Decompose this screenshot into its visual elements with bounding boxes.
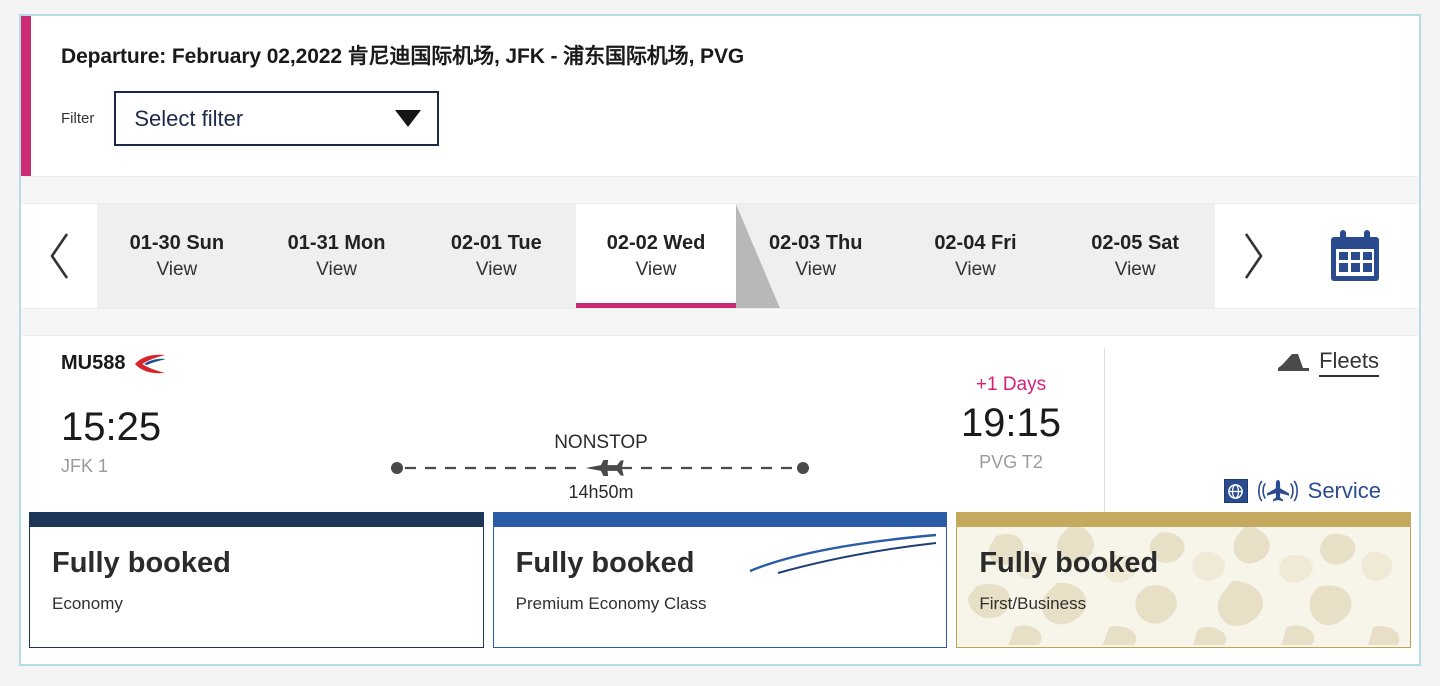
- filter-select[interactable]: Select filter: [114, 91, 440, 146]
- arrival-terminal: PVG T2: [979, 452, 1043, 472]
- departure-header: Departure: February 02,2022 肯尼迪国际机场, JFK…: [21, 16, 1419, 176]
- flight-number: MU588: [61, 352, 126, 374]
- fare-cabin: Premium Economy Class: [515, 594, 707, 613]
- service-link[interactable]: Service: [1223, 478, 1381, 504]
- itinerary-panel: Departure: February 02,2022 肯尼迪国际机场, JFK…: [19, 14, 1421, 666]
- arrival-time: 19:15: [960, 401, 1062, 445]
- departure-terminal: JFK 1: [61, 456, 109, 476]
- filter-select-value: Select filter: [134, 105, 244, 131]
- chevron-left-icon: [50, 233, 69, 279]
- calendar-icon: [1331, 230, 1379, 281]
- fare-status: Fully booked: [52, 547, 231, 579]
- flight-number-group: MU588: [61, 352, 167, 375]
- date-tab-6[interactable]: 02-05 Sat View: [1055, 204, 1216, 308]
- stops-label: NONSTOP: [554, 432, 648, 453]
- duration-label: 14h50m: [568, 482, 634, 502]
- fare-card-row: Fully booked Economy Fully booked Premiu…: [21, 512, 1419, 664]
- fare-status: Fully booked: [979, 547, 1159, 579]
- filter-label: Filter: [61, 110, 95, 127]
- date-tab-2[interactable]: 02-01 Tue View: [416, 204, 577, 308]
- separator-band-bottom: [21, 308, 1419, 336]
- date-tab-action: View: [1114, 258, 1156, 280]
- date-tab-action: View: [316, 258, 357, 280]
- aircraft-tail-icon: [1278, 353, 1310, 371]
- fare-card-premium-economy[interactable]: Fully booked Premium Economy Class: [492, 512, 948, 648]
- chevron-down-icon: [395, 110, 422, 127]
- globe-icon: [1223, 479, 1248, 503]
- page-title: Departure: February 02,2022 肯尼迪国际机场, JFK…: [61, 45, 745, 68]
- date-tab-action: View: [955, 258, 996, 280]
- fare-cabin: First/Business: [979, 594, 1087, 613]
- date-tab-label: 02-01 Tue: [450, 231, 542, 254]
- date-tab-label: 02-03 Thu: [769, 231, 863, 254]
- chevron-right-icon: [1244, 233, 1263, 279]
- next-dates-button[interactable]: [1215, 204, 1291, 308]
- calendar-button[interactable]: [1291, 204, 1419, 308]
- fleets-label: Fleets: [1319, 348, 1379, 377]
- date-tab-3-selected[interactable]: 02-02 Wed View: [576, 204, 780, 308]
- date-tab-4[interactable]: 02-03 Thu View: [735, 204, 896, 308]
- route-line-graphic: [391, 457, 809, 479]
- fare-card-body: Fully booked First/Business: [956, 527, 1412, 648]
- date-tab-label: 01-30 Sun: [129, 231, 225, 254]
- route-block: NONSTOP 14h50m: [391, 432, 811, 503]
- departure-block: 15:25 JFK 1: [61, 406, 361, 477]
- fare-card-accent: [29, 512, 484, 527]
- separator-band-top: [21, 176, 1419, 204]
- service-label: Service: [1307, 478, 1381, 503]
- date-tab-action: View: [795, 258, 837, 280]
- date-tab-1[interactable]: 01-31 Mon View: [256, 204, 417, 308]
- damask-pattern: [968, 527, 1400, 645]
- previous-dates-button[interactable]: [21, 204, 97, 308]
- date-tab-label: 02-04 Fri: [934, 231, 1017, 254]
- inflight-wifi-icon: [1257, 480, 1298, 502]
- date-tab-5[interactable]: 02-04 Fri View: [895, 204, 1056, 308]
- header-accent-bar: [21, 16, 31, 176]
- date-tab-label: 02-02 Wed: [606, 231, 706, 254]
- fare-card-accent: [492, 512, 948, 527]
- date-tab-label: 02-05 Sat: [1091, 231, 1180, 254]
- vertical-divider: [1104, 348, 1105, 518]
- departure-time: 15:25: [61, 405, 162, 449]
- route-line: [391, 457, 811, 479]
- fare-cabin: Economy: [52, 594, 123, 613]
- date-tab-label: 01-31 Mon: [287, 231, 386, 254]
- date-tabs: 01-30 Sun View 01-31 Mon View 02-01 Tue …: [97, 204, 1216, 308]
- china-eastern-logo-icon: [135, 354, 167, 373]
- date-tab-action: View: [156, 258, 198, 280]
- arrival-day-offset: +1 Days: [975, 374, 1047, 395]
- date-tab-action: View: [475, 258, 517, 280]
- date-tab-0[interactable]: 01-30 Sun View: [97, 204, 257, 308]
- filter-row: Filter Select filter: [61, 91, 440, 146]
- fare-card-first-business[interactable]: Fully booked First/Business: [956, 512, 1412, 648]
- fare-card-body: Fully booked Premium Economy Class: [492, 527, 948, 648]
- fare-card-body: Fully booked Economy: [29, 527, 484, 648]
- date-tab-strip: 01-30 Sun View 01-31 Mon View 02-01 Tue …: [21, 204, 1419, 308]
- fare-card-accent: [956, 512, 1412, 527]
- fare-status: Fully booked: [515, 547, 695, 579]
- arrival-block: +1 Days 19:15 PVG T2: [911, 374, 1111, 473]
- fare-card-economy[interactable]: Fully booked Economy: [29, 512, 484, 648]
- fleets-link[interactable]: Fleets: [1276, 348, 1379, 377]
- flight-row: MU588 15:25 JFK 1 NONSTOP 14h50m +1 Days…: [21, 336, 1419, 534]
- date-tab-action: View: [635, 258, 677, 280]
- flight-search-results-page: Departure: February 02,2022 肯尼迪国际机场, JFK…: [0, 0, 1440, 686]
